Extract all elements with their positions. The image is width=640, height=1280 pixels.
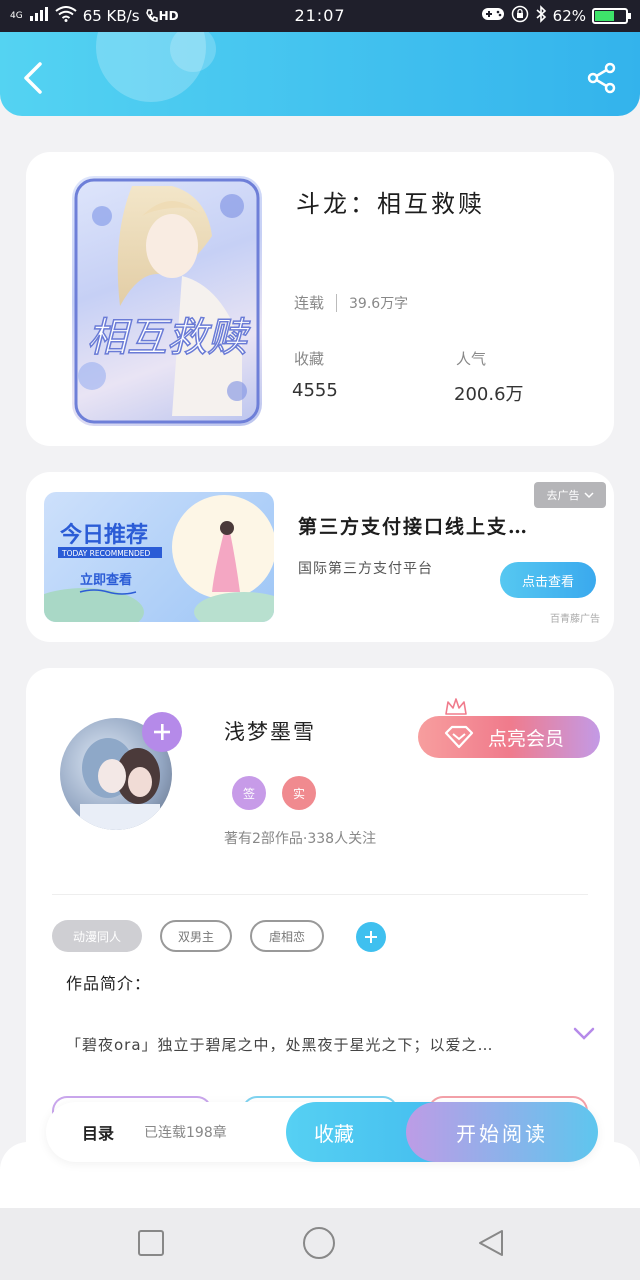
cover-title-art: 相互救赎: [87, 315, 251, 361]
book-title: 斗龙：相互救赎: [296, 190, 485, 218]
diamond-icon: [444, 725, 474, 749]
word-count: 39.6万字: [349, 295, 409, 312]
ad-image[interactable]: 今日推荐 TODAY RECOMMENDED 立即查看: [44, 492, 274, 622]
follow-author-button[interactable]: [142, 712, 182, 752]
ad-illustration: 今日推荐 TODAY RECOMMENDED 立即查看: [44, 495, 274, 622]
gamepad-icon: [481, 6, 505, 26]
navigation-bar: [0, 1208, 640, 1280]
back-nav-icon[interactable]: [476, 1228, 506, 1258]
add-tag-button[interactable]: [356, 922, 386, 952]
verified-badge: 实: [282, 776, 316, 810]
battery-percent: 62%: [552, 7, 586, 25]
status-right: 62%: [481, 5, 631, 27]
crown-icon: [445, 698, 467, 715]
intro-label: 作品简介：: [66, 974, 152, 993]
start-reading-button[interactable]: 开始阅读: [406, 1102, 598, 1162]
popularity-label: 人气: [456, 350, 487, 368]
battery-level: [595, 11, 614, 21]
back-button[interactable]: [18, 60, 52, 96]
toc-button[interactable]: 目录: [82, 1102, 114, 1162]
popularity-value: 200.6万: [454, 384, 524, 405]
recent-apps-icon[interactable]: [136, 1228, 166, 1258]
ad-image-subtitle: TODAY RECOMMENDED: [61, 549, 151, 558]
collect-label: 收藏: [314, 1121, 354, 1146]
book-status: 连载: [294, 294, 325, 312]
favorites-label: 收藏: [294, 350, 325, 368]
chevron-left-icon: [24, 62, 42, 94]
lock-rotation-icon: [511, 5, 529, 27]
chapter-count: 已连载198章: [144, 1125, 227, 1141]
ad-card[interactable]: 今日推荐 TODAY RECOMMENDED 立即查看 去广告 第三方支付接口线…: [26, 472, 614, 642]
plus-icon: [154, 724, 170, 740]
status-bar: 4G 65 KB/s HD 21:07 62%: [0, 0, 640, 32]
chevron-down-icon: [583, 492, 594, 499]
battery-icon: [592, 8, 631, 24]
cover-illustration: 相互救赎: [74, 178, 260, 424]
vip-activate-button[interactable]: 点亮会员: [418, 716, 600, 758]
ad-title: 第三方支付接口线上支…: [298, 516, 530, 538]
ad-source: 百青藤广告: [550, 614, 600, 625]
header: [0, 32, 640, 116]
share-icon: [587, 62, 616, 94]
ad-image-title: 今日推荐: [60, 522, 148, 548]
book-cover[interactable]: 相互救赎: [72, 176, 262, 426]
ad-view-button[interactable]: 点击查看: [500, 562, 596, 598]
section-divider: [52, 894, 588, 895]
remove-ad-button[interactable]: 去广告: [534, 482, 606, 508]
action-bar: 目录 已连载198章 收藏 开始阅读: [46, 1102, 598, 1162]
tag-double-male[interactable]: 双男主: [160, 920, 232, 952]
tag-fan-fiction[interactable]: 动漫同人: [52, 920, 142, 952]
meta-divider: [336, 293, 338, 312]
chevron-down-icon[interactable]: [572, 1026, 596, 1042]
home-icon[interactable]: [302, 1226, 336, 1260]
bluetooth-icon: [535, 5, 547, 27]
ad-image-button: 立即查看: [80, 572, 132, 588]
book-meta: 连载 39.6万字: [294, 292, 408, 313]
header-decoration-small: [170, 32, 216, 72]
plus-icon: [365, 931, 377, 943]
author-stats: 著有2部作品·338人关注: [224, 831, 377, 847]
remove-ad-label: 去广告: [546, 489, 580, 502]
book-info-card: 相互救赎 斗龙：相互救赎 连载 39.6万字 收藏 4555 人气 200.6万: [26, 152, 614, 446]
vip-label: 点亮会员: [488, 727, 565, 750]
tag-romance[interactable]: 虐相恋: [250, 920, 324, 952]
ad-subtitle: 国际第三方支付平台: [298, 561, 433, 577]
author-name[interactable]: 浅梦墨雪: [224, 716, 316, 746]
favorites-value: 4555: [292, 380, 338, 401]
share-button[interactable]: [586, 62, 618, 94]
intro-text: 「碧夜ora」独立于碧尾之中，处黑夜于星光之下；以爱之…: [66, 1036, 494, 1054]
signed-badge: 签: [232, 776, 266, 810]
